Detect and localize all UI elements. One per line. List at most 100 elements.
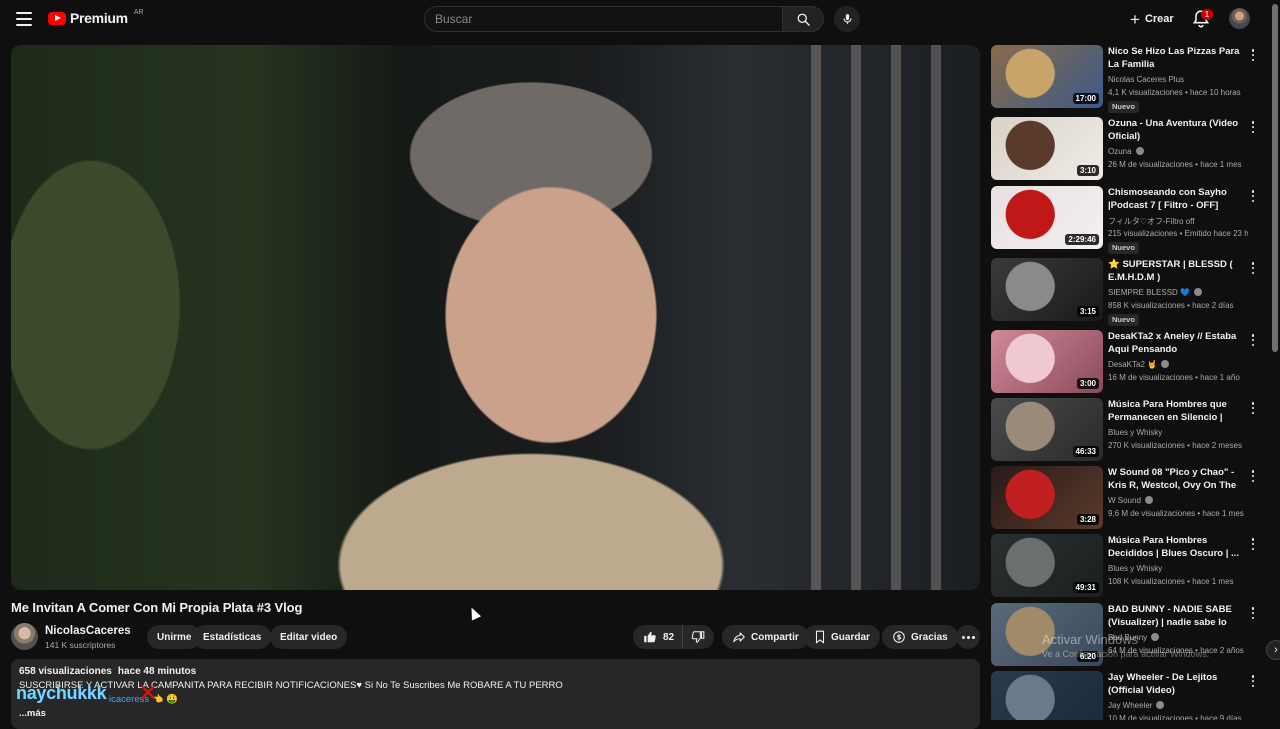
- dislike-button[interactable]: [683, 625, 714, 649]
- share-button[interactable]: Compartir: [722, 625, 809, 649]
- recommendation-title[interactable]: ⭐ SUPERSTAR | BLESSD ( E.M.H.D.M ): [1108, 258, 1246, 284]
- recommendation-channel-name: SIEMPRE BLESSD 💙: [1108, 288, 1190, 297]
- recommendation-channel[interactable]: フィルタ♡オフ-Filtro off: [1108, 216, 1194, 227]
- video-thumbnail[interactable]: 46:33: [991, 398, 1103, 461]
- video-thumbnail[interactable]: [991, 671, 1103, 720]
- recommendation-title[interactable]: Ozuna - Una Aventura (Video Oficial): [1108, 117, 1246, 143]
- recommendation-channel[interactable]: SIEMPRE BLESSD 💙: [1108, 287, 1202, 297]
- thumb-up-icon: [644, 631, 656, 643]
- recommendation-channel[interactable]: Bad Bunny: [1108, 632, 1160, 642]
- recommendation-title[interactable]: Música Para Hombres Decididos | Blues Os…: [1108, 534, 1246, 560]
- duration-badge: 2:29:46: [1065, 234, 1099, 245]
- recommendation-views: 108 K visualizaciones: [1108, 577, 1185, 586]
- save-label: Guardar: [831, 631, 870, 643]
- recommendation-menu-icon[interactable]: [1248, 189, 1258, 203]
- video-thumbnail[interactable]: 6:20: [991, 603, 1103, 666]
- logo-text: Premium: [70, 10, 128, 26]
- recommendation-channel[interactable]: Blues y Whisky: [1108, 428, 1162, 437]
- video-thumbnail[interactable]: 3:00: [991, 330, 1103, 393]
- balcony-rail: [891, 45, 901, 590]
- notification-badge: 1: [1201, 9, 1213, 20]
- description-link[interactable]: icaceress 👈 🤑: [19, 694, 972, 705]
- description-box[interactable]: 658 visualizaciones hace 48 minutos SUSC…: [11, 659, 980, 729]
- thanks-button[interactable]: $ Gracias: [882, 625, 958, 649]
- video-thumbnail[interactable]: 3:28: [991, 466, 1103, 529]
- recommendation-item[interactable]: 3:10 Ozuna - Una Aventura (Video Oficial)…: [991, 117, 1261, 181]
- recommendation-title[interactable]: Chismoseando con Sayho |Podcast 7 [ Filt…: [1108, 186, 1246, 212]
- recommendation-item[interactable]: 3:15 ⭐ SUPERSTAR | BLESSD ( E.M.H.D.M ) SI…: [991, 258, 1261, 326]
- recommendation-menu-icon[interactable]: [1248, 120, 1258, 134]
- voice-search-button[interactable]: [834, 6, 860, 32]
- recommendation-menu-icon[interactable]: [1248, 261, 1258, 275]
- recommendation-channel[interactable]: DesaKTa2 🤘: [1108, 359, 1170, 369]
- recommendation-item[interactable]: 3:00 DesaKTa2 x Aneley // Estaba Aqui Pen…: [991, 330, 1261, 394]
- recommendation-item[interactable]: 46:33 Música Para Hombres que Permanecen …: [991, 398, 1261, 462]
- mouse-cursor-icon: [466, 605, 482, 621]
- recommendation-views: 16 M de visualizaciones: [1108, 373, 1193, 382]
- recommendation-title[interactable]: DesaKTa2 x Aneley // Estaba Aqui Pensand…: [1108, 330, 1246, 356]
- recommendation-title[interactable]: Música Para Hombres que Permanecen en Si…: [1108, 398, 1246, 424]
- edit-video-button[interactable]: Editar video: [270, 625, 348, 649]
- more-actions-button[interactable]: [956, 625, 980, 649]
- video-thumbnail[interactable]: 2:29:46: [991, 186, 1103, 249]
- recommendation-views: 10 M de visualizaciones: [1108, 714, 1193, 720]
- search-bar: [424, 6, 824, 32]
- recommendation-menu-icon[interactable]: [1248, 401, 1258, 415]
- recommendation-menu-icon[interactable]: [1248, 537, 1258, 551]
- video-thumbnail[interactable]: 3:15: [991, 258, 1103, 321]
- duration-badge: 46:33: [1072, 446, 1099, 457]
- recommendation-views: 4,1 K visualizaciones: [1108, 88, 1183, 97]
- duration-badge: 17:00: [1072, 93, 1099, 104]
- save-button[interactable]: Guardar: [804, 625, 880, 649]
- show-more-link[interactable]: ...más: [19, 708, 972, 719]
- recommendation-channel-name: Blues y Whisky: [1108, 564, 1163, 573]
- search-icon: [797, 13, 810, 26]
- recommendation-title[interactable]: Jay Wheeler - De Lejitos (Official Video…: [1108, 671, 1246, 697]
- video-player[interactable]: [11, 45, 980, 590]
- create-button[interactable]: + Crear: [1124, 8, 1180, 30]
- recommendation-channel[interactable]: W Sound: [1108, 495, 1153, 505]
- duration-badge: 49:31: [1072, 582, 1099, 593]
- logo-country: AR: [133, 8, 144, 16]
- recommendation-channel[interactable]: Nicolas Caceres Plus: [1108, 75, 1184, 84]
- recommendation-menu-icon[interactable]: [1248, 674, 1258, 688]
- search-input[interactable]: [424, 6, 782, 32]
- recommendation-channel[interactable]: Jay Wheeler: [1108, 700, 1165, 710]
- view-count: 658 visualizaciones: [19, 666, 112, 677]
- recommendation-channel[interactable]: Blues y Whisky: [1108, 564, 1162, 573]
- recommendation-menu-icon[interactable]: [1248, 333, 1258, 347]
- like-button[interactable]: 82: [633, 625, 684, 649]
- recommendation-channel-name: Ozuna: [1108, 147, 1132, 156]
- recommendation-menu-icon[interactable]: [1248, 48, 1258, 62]
- scrollbar-thumb[interactable]: [1272, 4, 1278, 352]
- recommendation-stats: 215 visualizaciones • Emitido hace 23 ho…: [1108, 229, 1248, 238]
- channel-avatar[interactable]: [11, 623, 38, 650]
- video-thumbnail[interactable]: 49:31: [991, 534, 1103, 597]
- recommendation-item[interactable]: 6:20 BAD BUNNY - NADIE SABE (Visualizer) …: [991, 603, 1261, 667]
- recommendation-item[interactable]: 3:28 W Sound 08 "Pico y Chao" - Kris R, W…: [991, 466, 1261, 530]
- recommendation-item[interactable]: Jay Wheeler - De Lejitos (Official Video…: [991, 671, 1261, 720]
- youtube-premium-logo[interactable]: Premium AR: [48, 8, 144, 26]
- duration-badge: 3:00: [1076, 378, 1099, 389]
- account-avatar[interactable]: [1229, 8, 1250, 29]
- recommendation-channel[interactable]: Ozuna: [1108, 146, 1144, 156]
- recommendation-item[interactable]: 17:00 Nico Se Hizo Las Pizzas Para La Fam…: [991, 45, 1261, 113]
- recommendation-views: 64 M de visualizaciones: [1108, 646, 1193, 655]
- recommendation-views: 26 M de visualizaciones: [1108, 160, 1193, 169]
- recommendation-menu-icon[interactable]: [1248, 469, 1258, 483]
- video-thumbnail[interactable]: 3:10: [991, 117, 1103, 180]
- verified-icon: [1193, 287, 1202, 296]
- recommendation-title[interactable]: W Sound 08 "Pico y Chao" - Kris R, Westc…: [1108, 466, 1246, 492]
- search-button[interactable]: [782, 6, 824, 32]
- recommendation-item[interactable]: 2:29:46 Chismoseando con Sayho |Podcast 7…: [991, 186, 1261, 254]
- recommendation-item[interactable]: 49:31 Música Para Hombres Decididos | Blu…: [991, 534, 1261, 598]
- recommendation-title[interactable]: Nico Se Hizo Las Pizzas Para La Familia: [1108, 45, 1246, 71]
- recommendation-menu-icon[interactable]: [1248, 606, 1258, 620]
- recommendation-channel-name: フィルタ♡オフ-Filtro off: [1108, 217, 1195, 226]
- channel-name[interactable]: NicolasCaceres: [45, 625, 131, 637]
- video-thumbnail[interactable]: 17:00: [991, 45, 1103, 108]
- stats-button[interactable]: Estadísticas: [193, 625, 272, 649]
- menu-icon[interactable]: [14, 10, 34, 28]
- recommendation-title[interactable]: BAD BUNNY - NADIE SABE (Visualizer) | na…: [1108, 603, 1246, 629]
- chevron-right-icon[interactable]: ›: [1266, 640, 1280, 660]
